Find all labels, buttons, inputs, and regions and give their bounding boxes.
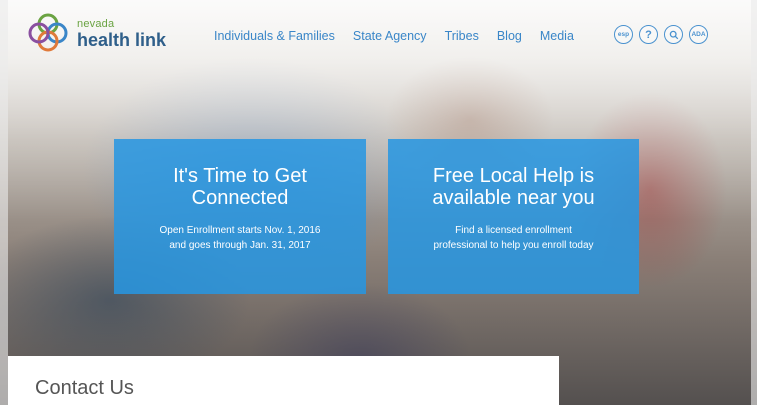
logo-state: nevada (77, 18, 115, 30)
espanol-icon[interactable]: esp (614, 25, 633, 44)
logo[interactable]: nevada health link (26, 8, 196, 56)
contact-panel: Contact Us (8, 356, 559, 405)
help-icon[interactable]: ? (639, 25, 658, 44)
logo-name: health link (77, 30, 167, 50)
search-glyph-icon (669, 30, 678, 39)
card-body: Find a licensed enrollment professional … (433, 225, 594, 251)
nav-individuals-families[interactable]: Individuals & Families (214, 29, 335, 43)
site-header: nevada health link Individuals & Familie… (0, 0, 757, 72)
card-title: It's Time to Get Connected (173, 165, 307, 209)
contact-title: Contact Us (35, 377, 134, 399)
local-help-card[interactable]: Free Local Help is available near you Fi… (388, 139, 639, 294)
nav-state-agency[interactable]: State Agency (353, 29, 427, 43)
utility-icons: esp ? ADA (614, 25, 708, 44)
nav-media[interactable]: Media (540, 29, 574, 43)
nav-tribes[interactable]: Tribes (445, 29, 479, 43)
ada-icon[interactable]: ADA (689, 25, 708, 44)
card-body: Open Enrollment starts Nov. 1, 2016 and … (159, 225, 321, 251)
logo-mark-icon (28, 13, 68, 52)
search-icon[interactable] (664, 25, 683, 44)
main-nav: Individuals & Families State Agency Trib… (214, 29, 592, 43)
open-enrollment-card[interactable]: It's Time to Get Connected Open Enrollme… (114, 139, 366, 294)
card-title: Free Local Help is available near you (432, 165, 595, 209)
nav-blog[interactable]: Blog (497, 29, 522, 43)
